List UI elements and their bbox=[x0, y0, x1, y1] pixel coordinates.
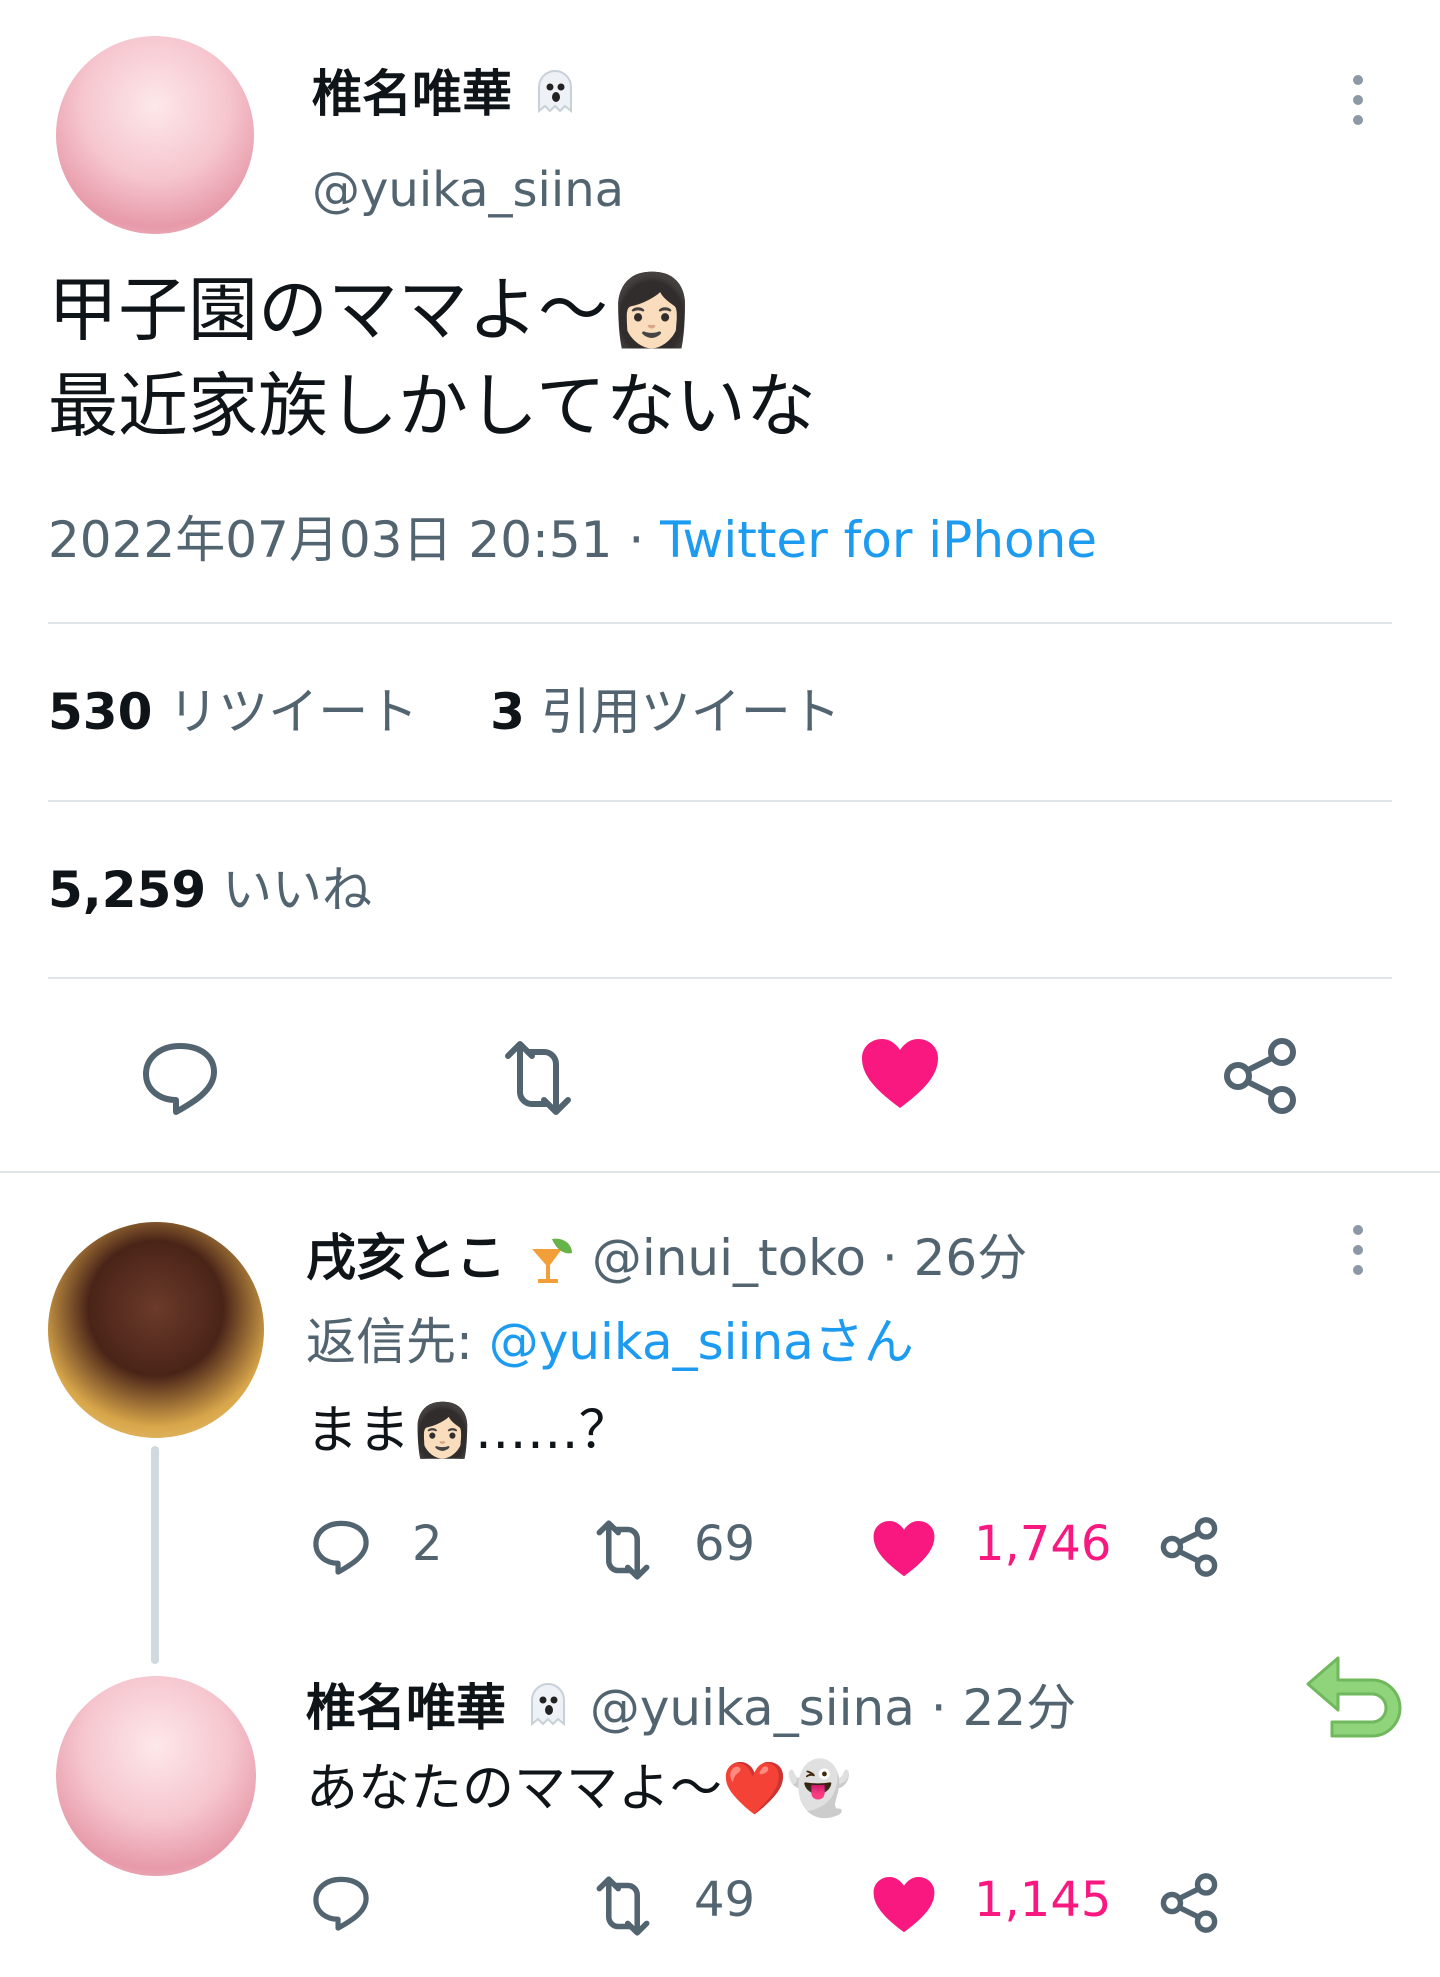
divider bbox=[48, 977, 1392, 979]
reply-button[interactable] bbox=[138, 1036, 222, 1120]
reply-handle-time[interactable]: @yuika_siina · 22分 bbox=[590, 1679, 1076, 1737]
ghost-icon bbox=[522, 1678, 574, 1745]
retweet-count: 69 bbox=[694, 1516, 756, 1572]
retweet-button[interactable] bbox=[494, 1040, 582, 1116]
retweets-label: リツイート bbox=[168, 683, 419, 741]
retweet-count: 49 bbox=[694, 1872, 756, 1928]
back-arrow-icon[interactable] bbox=[1302, 1650, 1412, 1742]
divider bbox=[48, 622, 1392, 624]
tweet-source[interactable]: Twitter for iPhone bbox=[660, 511, 1097, 569]
ghost-icon bbox=[529, 65, 581, 130]
reply-header: 戌亥とこ @inui_toko · 26分 bbox=[306, 1226, 1027, 1290]
retweets-count: 530 bbox=[48, 683, 153, 741]
like-button[interactable] bbox=[872, 1876, 936, 1934]
retweet-button[interactable] bbox=[588, 1520, 658, 1580]
retweet-button[interactable] bbox=[588, 1876, 658, 1936]
reply-avatar[interactable] bbox=[48, 1222, 264, 1438]
author-display-name: 椎名唯華 bbox=[312, 65, 512, 123]
reply-button[interactable] bbox=[310, 1516, 372, 1578]
like-count: 1,145 bbox=[974, 1872, 1112, 1928]
reply-display-name[interactable]: 椎名唯華 bbox=[306, 1679, 506, 1737]
reply-display-name[interactable]: 戌亥とこ bbox=[306, 1229, 506, 1287]
like-stats[interactable]: 5,259 いいね bbox=[48, 858, 372, 922]
reply-text: あなたのママよ〜❤️👻 bbox=[306, 1759, 852, 1819]
retweet-stats[interactable]: 530 リツイート 3 引用ツイート bbox=[48, 680, 841, 744]
reply-header: 椎名唯華 @yuika_siina · 22分 bbox=[306, 1676, 1076, 1745]
tweet-text-line2: 最近家族しかしてないな bbox=[48, 365, 816, 447]
more-options-icon[interactable] bbox=[1346, 1222, 1370, 1278]
reply-actions: 2 69 1,746 bbox=[306, 1510, 1226, 1582]
like-button[interactable] bbox=[860, 1038, 940, 1110]
quotes-count: 3 bbox=[490, 683, 525, 741]
author-name[interactable]: 椎名唯華 bbox=[312, 64, 581, 130]
reply-to-prefix: 返信先: bbox=[306, 1313, 489, 1371]
reply-handle-time[interactable]: @inui_toko · 26分 bbox=[592, 1229, 1027, 1287]
tweet-text-line1: 甲子園のママよ〜👩🏻 bbox=[48, 269, 696, 351]
reply-button[interactable] bbox=[310, 1872, 372, 1934]
share-button[interactable] bbox=[1158, 1872, 1220, 1934]
divider bbox=[48, 800, 1392, 802]
reply-avatar[interactable] bbox=[56, 1676, 256, 1876]
like-count: 1,746 bbox=[974, 1516, 1112, 1572]
tweet-text: 甲子園のママよ〜👩🏻 最近家族しかしてないな bbox=[48, 262, 816, 454]
thread-line bbox=[151, 1446, 159, 1664]
more-options-icon[interactable] bbox=[1346, 72, 1370, 128]
reply-to-handle[interactable]: @yuika_siinaさん bbox=[489, 1313, 914, 1371]
likes-count: 5,259 bbox=[48, 861, 207, 919]
reply-count: 2 bbox=[412, 1516, 443, 1572]
reply-actions: 49 1,145 bbox=[306, 1866, 1226, 1938]
reply-to: 返信先: @yuika_siinaさん bbox=[306, 1310, 914, 1374]
author-handle[interactable]: @yuika_siina bbox=[312, 160, 624, 220]
tweet-meta: 2022年07月03日 20:51 · Twitter for iPhone bbox=[48, 508, 1097, 572]
share-button[interactable] bbox=[1220, 1036, 1300, 1116]
section-divider bbox=[0, 1171, 1440, 1173]
tweet-timestamp[interactable]: 2022年07月03日 20:51 · bbox=[48, 511, 660, 569]
quotes-label: 引用ツイート bbox=[540, 683, 841, 741]
cocktail-icon bbox=[522, 1235, 576, 1289]
share-button[interactable] bbox=[1158, 1516, 1220, 1578]
author-avatar[interactable] bbox=[56, 36, 254, 234]
reply-text: まま👩🏻……？ bbox=[306, 1401, 631, 1461]
likes-label: いいね bbox=[222, 861, 373, 919]
like-button[interactable] bbox=[872, 1520, 936, 1578]
